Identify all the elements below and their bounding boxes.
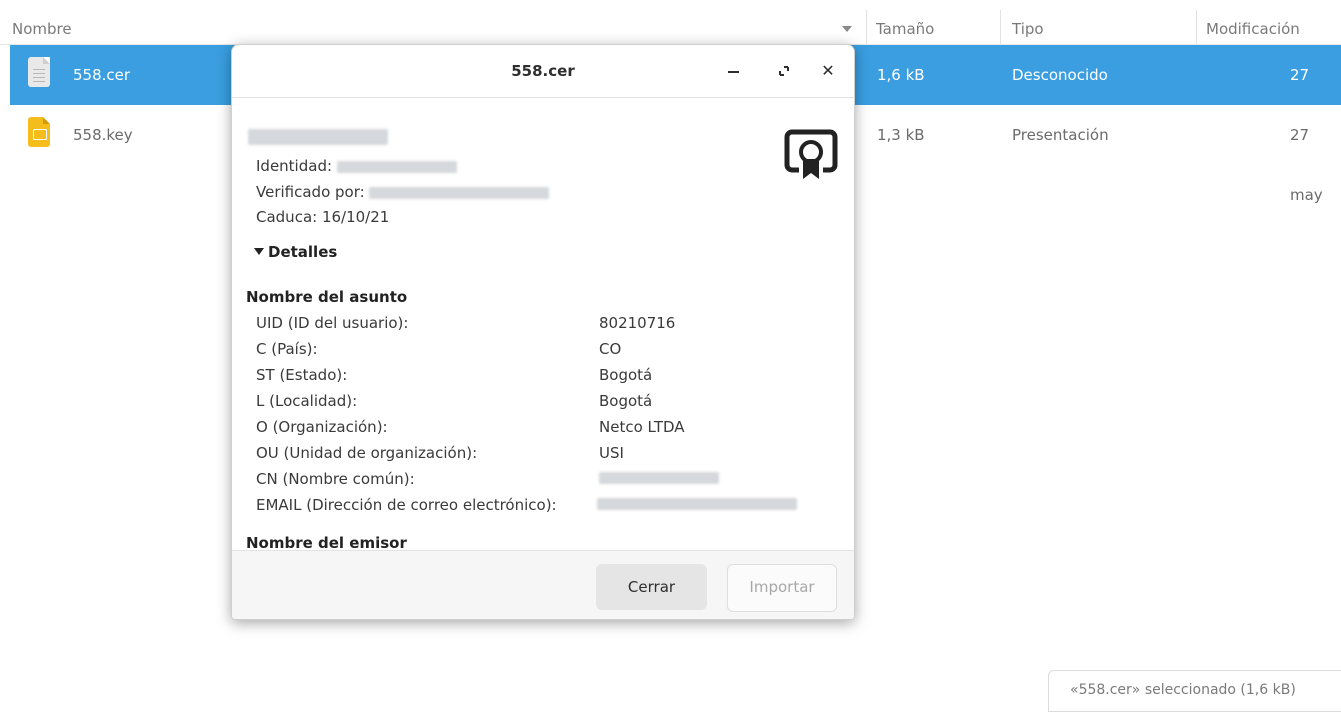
field-label: O (Organización):: [256, 418, 388, 436]
import-button[interactable]: Importar: [727, 564, 837, 612]
field-value: Bogotá: [599, 366, 653, 384]
field-value: Bogotá: [599, 392, 653, 410]
presentation-file-icon: [28, 117, 50, 147]
verified-by-row: Verificado por:: [256, 183, 550, 201]
field-label: UID (ID del usuario):: [256, 314, 409, 332]
certificate-icon: [784, 129, 838, 179]
dialog-footer: Cerrar Importar: [232, 550, 854, 619]
verified-by-value-redacted: [369, 186, 550, 199]
column-header: Nombre Tamaño Tipo Modificación: [0, 0, 1341, 45]
common-name-value-redacted: [599, 472, 719, 484]
file-type: Desconocido: [1012, 66, 1108, 84]
field-label: L (Localidad):: [256, 392, 358, 410]
file-name: 558.cer: [73, 66, 131, 84]
file-size: 1,6 kB: [877, 66, 925, 84]
field-value: CO: [599, 340, 622, 358]
expires-label: Caduca: 16/10/21: [256, 208, 390, 226]
close-button[interactable]: Cerrar: [596, 564, 707, 610]
close-icon[interactable]: ✕: [815, 58, 841, 84]
field-value: 80210716: [599, 314, 676, 332]
column-divider: [1000, 10, 1001, 44]
status-text: «558.cer» seleccionado (1,6 kB): [1070, 682, 1296, 698]
column-divider: [866, 10, 867, 44]
maximize-icon[interactable]: [771, 58, 797, 84]
subject-section-title: Nombre del asunto: [246, 288, 408, 306]
column-name-header[interactable]: Nombre: [12, 0, 72, 44]
email-value-redacted: [597, 498, 797, 510]
file-modified: 27 may: [1290, 66, 1323, 144]
field-label: OU (Unidad de organización):: [256, 444, 478, 462]
identity-value-redacted: [336, 160, 457, 173]
field-label: CN (Nombre común):: [256, 470, 415, 488]
file-name: 558.key: [73, 126, 133, 144]
certificate-dialog: 558.cer ✕ Identidad: Verificado por: Cad…: [231, 44, 855, 620]
dialog-title: 558.cer: [511, 62, 575, 80]
column-divider: [1196, 10, 1197, 44]
details-label: Detalles: [268, 243, 338, 261]
field-label: ST (Estado):: [256, 366, 348, 384]
identity-label: Identidad:: [256, 157, 333, 175]
field-value: Netco LTDA: [599, 418, 685, 436]
dialog-titlebar[interactable]: 558.cer ✕: [232, 45, 854, 98]
details-expander[interactable]: Detalles: [254, 243, 337, 261]
file-size: 1,3 kB: [877, 126, 925, 144]
file-type: Presentación: [1012, 126, 1109, 144]
issuer-section-title: Nombre del emisor: [246, 534, 407, 550]
certificate-file-icon: [28, 57, 50, 87]
field-value: USI: [599, 444, 624, 462]
field-label: EMAIL (Dirección de correo electrónico):: [256, 496, 557, 514]
status-bar: «558.cer» seleccionado (1,6 kB): [1048, 670, 1341, 712]
sort-descending-icon[interactable]: [842, 26, 852, 32]
column-size-header[interactable]: Tamaño: [876, 0, 934, 44]
certificate-owner-name-redacted: [248, 129, 388, 145]
column-modified-header[interactable]: Modificación: [1206, 0, 1300, 44]
field-label: C (País):: [256, 340, 318, 358]
identity-row: Identidad:: [256, 157, 457, 175]
dialog-content: Identidad: Verificado por: Caduca: 16/10…: [232, 98, 854, 550]
column-type-header[interactable]: Tipo: [1012, 0, 1044, 44]
expander-triangle-icon: [254, 248, 264, 255]
verified-by-label: Verificado por:: [256, 183, 365, 201]
file-modified: 27 may: [1290, 126, 1323, 204]
minimize-icon[interactable]: [721, 58, 747, 84]
